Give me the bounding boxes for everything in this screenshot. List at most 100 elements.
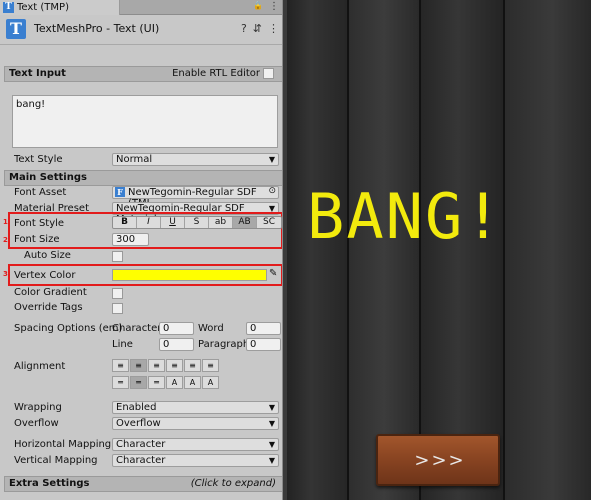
tab-title: Text (TMP) [17,2,69,13]
component-controls: ? ⇵ ⋮ [241,22,279,35]
textmeshpro-icon: T [6,19,26,39]
component-menu-icon[interactable]: ⋮ [268,22,279,35]
font-asset-field[interactable]: F NewTegomin-Regular SDF (TMI ⊙ [112,186,279,209]
font-style-label: Font Style [14,218,65,229]
extra-settings-title: Extra Settings [9,478,90,489]
character-spacing-value: 0 [163,323,170,334]
uppercase-button[interactable]: AB [233,217,257,228]
smallcaps-button[interactable]: SC [257,217,281,228]
paragraph-spacing-label: Paragraph [198,339,250,350]
underline-button[interactable]: U [161,217,185,228]
rtl-editor-label: Enable RTL Editor [172,68,260,79]
align-baseline-icon[interactable]: A [166,376,183,389]
font-asset-label: Font Asset [14,187,67,198]
text-input-title: Text Input [9,68,66,79]
lock-icon[interactable]: 🔒 [253,1,263,12]
overflow-label: Overflow [14,418,59,429]
text-input-header[interactable]: Text Input Enable RTL Editor [4,66,282,82]
chevron-down-icon: ▼ [268,440,275,449]
paragraph-spacing-input[interactable]: 0 [246,338,281,351]
align-capline-icon[interactable]: A [202,376,219,389]
font-asset-icon: F [115,187,125,197]
line-spacing-value: 0 [163,339,170,350]
override-tags-checkbox[interactable] [112,303,123,314]
alignment-label: Alignment [14,361,66,372]
vertical-mapping-value: Character [116,455,166,466]
align-left-icon[interactable]: ≡ [112,359,129,372]
override-tags-label: Override Tags [14,302,83,313]
main-settings-title: Main Settings [9,172,87,183]
tab-bar: T Text (TMP) 🔒 ⋮ [0,0,282,15]
overflow-dropdown[interactable]: Overflow ▼ [112,417,279,430]
text-style-label: Text Style [14,154,63,165]
eyedropper-icon[interactable]: ✎ [269,268,277,279]
vertex-color-label: Vertex Color [14,270,76,281]
component-title: TextMeshPro - Text (UI) [34,22,160,35]
wrapping-dropdown[interactable]: Enabled ▼ [112,401,279,414]
align-bottom-icon[interactable]: ═ [148,376,165,389]
align-flush-icon[interactable]: ≡ [184,359,201,372]
paragraph-spacing-value: 0 [250,339,257,350]
text-style-dropdown[interactable]: Normal ▼ [112,153,279,166]
tab-controls: 🔒 ⋮ [253,1,279,12]
presets-icon[interactable]: ⇵ [253,22,262,35]
scene-view[interactable]: BANG! >>> [287,0,591,500]
text-input-area[interactable]: bang! [12,95,278,148]
overflow-value: Overflow [116,418,161,429]
object-picker-icon[interactable]: ⊙ [268,186,276,197]
strikethrough-button[interactable]: S [185,217,209,228]
auto-size-checkbox[interactable] [112,251,123,262]
align-right-icon[interactable]: ≡ [148,359,165,372]
word-spacing-value: 0 [250,323,257,334]
chevron-down-icon: ▼ [268,419,275,428]
bang-text: BANG! [307,180,504,253]
align-center-icon[interactable]: ≡ [130,359,147,372]
wood-plank [505,0,591,500]
vertical-mapping-dropdown[interactable]: Character ▼ [112,454,279,467]
text-style-value: Normal [116,154,153,165]
main-settings-header[interactable]: Main Settings [4,170,282,186]
font-size-value: 300 [116,234,136,245]
line-spacing-label: Line [112,339,133,350]
chevron-down-icon: ▼ [268,456,275,465]
inspector-panel: T Text (TMP) 🔒 ⋮ T TextMeshPro - Text (U… [0,0,283,500]
chevron-down-icon: ▼ [268,155,275,164]
italic-button[interactable]: I [137,217,161,228]
horizontal-mapping-label: Horizontal Mapping [14,439,112,450]
help-icon[interactable]: ? [241,22,247,35]
extra-settings-hint: (Click to expand) [190,478,276,489]
align-justified-icon[interactable]: ≡ [166,359,183,372]
character-spacing-input[interactable]: 0 [159,322,194,335]
font-size-input[interactable]: 300 [112,233,149,246]
align-geometry-center-icon[interactable]: ≡ [202,359,219,372]
tab-menu-icon[interactable]: ⋮ [269,1,279,12]
chevron-down-icon: ▼ [268,403,275,412]
next-button[interactable]: >>> [376,434,500,486]
align-top-icon[interactable]: ═ [112,376,129,389]
extra-settings-header[interactable]: Extra Settings (Click to expand) [4,476,282,492]
next-button-label: >>> [414,450,466,471]
horizontal-mapping-dropdown[interactable]: Character ▼ [112,438,279,451]
tmp-icon: T [3,2,14,13]
word-spacing-input[interactable]: 0 [246,322,281,335]
rtl-editor-checkbox[interactable] [263,68,274,79]
wrapping-value: Enabled [116,402,157,413]
tab-text-tmp[interactable]: T Text (TMP) [0,0,120,15]
auto-size-label: Auto Size [24,250,71,261]
word-spacing-label: Word [198,323,224,334]
color-gradient-checkbox[interactable] [112,288,123,299]
line-spacing-input[interactable]: 0 [159,338,194,351]
horizontal-mapping-value: Character [116,439,166,450]
wrapping-label: Wrapping [14,402,62,413]
font-style-buttons: B I U S ab AB SC [112,216,282,229]
vertical-alignment-buttons: ═ ═ ═ A A A [112,376,220,389]
font-size-label: Font Size [14,234,60,245]
component-header: T TextMeshPro - Text (UI) ? ⇵ ⋮ [0,15,282,45]
color-gradient-label: Color Gradient [14,287,87,298]
align-middle-icon[interactable]: ═ [130,376,147,389]
lowercase-button[interactable]: ab [209,217,233,228]
horizontal-alignment-buttons: ≡ ≡ ≡ ≡ ≡ ≡ [112,359,220,372]
vertex-color-swatch[interactable] [112,269,267,281]
align-midline-icon[interactable]: A [184,376,201,389]
bold-button[interactable]: B [113,217,137,228]
